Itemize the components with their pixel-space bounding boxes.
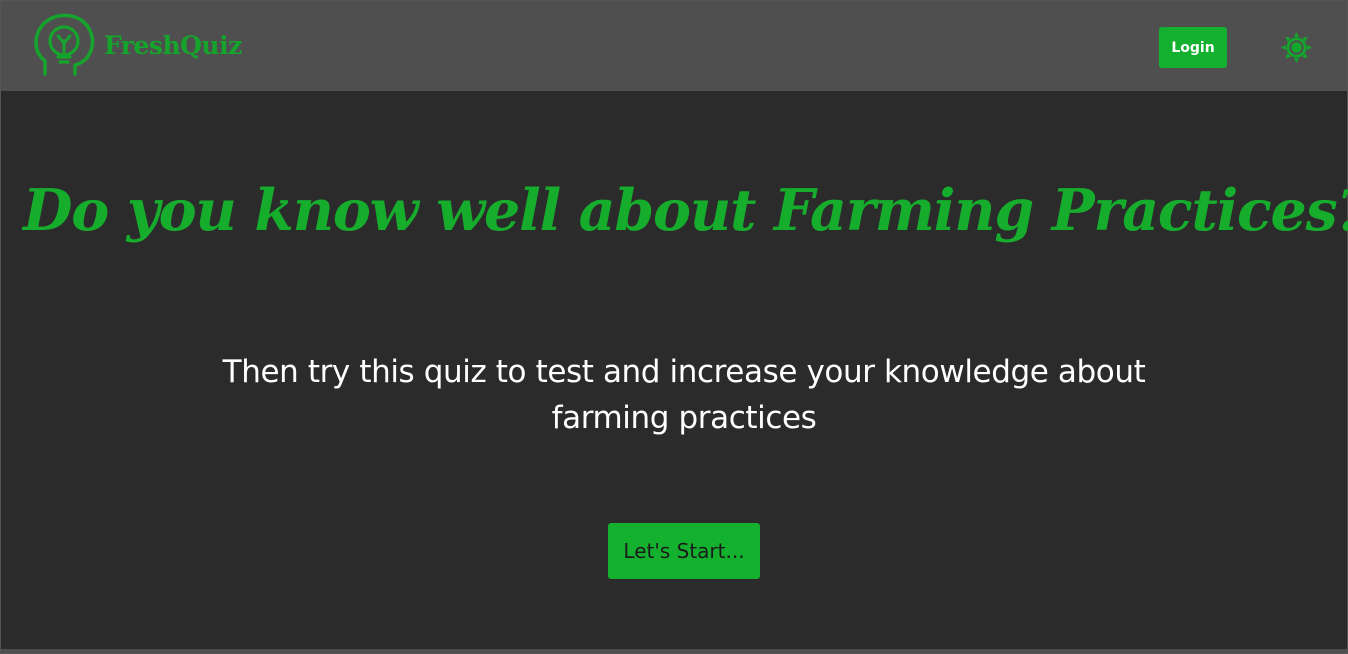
hero-subtitle-line2: farming practices bbox=[551, 400, 817, 436]
hero-subtitle-line1: Then try this quiz to test and increase … bbox=[222, 354, 1146, 390]
brand[interactable]: FreshQuiz bbox=[32, 12, 242, 78]
head-lightbulb-icon bbox=[34, 13, 95, 76]
login-button[interactable]: Login bbox=[1159, 27, 1227, 68]
hero-title: Do you know well about Farming Practices… bbox=[23, 177, 1348, 244]
sun-icon[interactable] bbox=[1280, 31, 1313, 64]
hero-subtitle: Then try this quiz to test and increase … bbox=[191, 349, 1177, 441]
brand-name[interactable]: FreshQuiz bbox=[104, 31, 242, 60]
bottom-divider bbox=[1, 649, 1347, 653]
page: FreshQuiz Login Do you know well about F… bbox=[0, 0, 1348, 654]
start-quiz-button[interactable]: Let's Start... bbox=[608, 523, 760, 579]
navbar: FreshQuiz Login bbox=[1, 1, 1347, 91]
